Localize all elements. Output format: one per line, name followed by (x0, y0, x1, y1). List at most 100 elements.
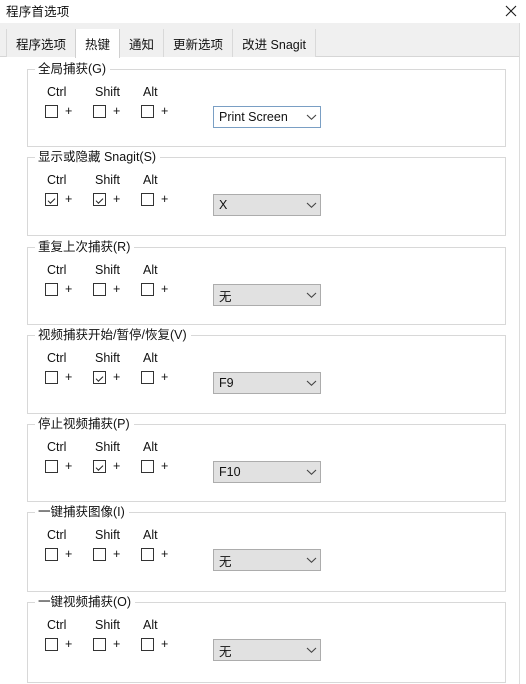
checkbox-shift[interactable] (93, 547, 106, 561)
group-repeat-last-capture: 重复上次捕获(R) Ctrl + Shift + Alt + 无 (27, 240, 506, 325)
modifier-row: + (141, 192, 168, 206)
modifier-column-shift: Shift + (93, 85, 141, 118)
checkbox-alt[interactable] (141, 104, 154, 118)
key-select-video-capture-start-pause-resume[interactable]: F9 (213, 372, 321, 394)
tab-strip: 程序选项 热键 通知 更新选项 改进 Snagit (0, 23, 526, 58)
modifier-row: + (93, 192, 120, 206)
modifier-column-shift: Shift + (93, 263, 141, 296)
plus-separator: + (161, 281, 169, 296)
key-select-stop-video-capture[interactable]: F10 (213, 461, 321, 483)
checkbox-shift[interactable] (93, 192, 106, 206)
checkbox-ctrl[interactable] (45, 637, 58, 651)
chevron-down-icon[interactable] (302, 113, 320, 121)
modifier-label-alt: Alt (143, 351, 158, 365)
key-select-value: 无 (219, 554, 232, 569)
key-select-global-capture[interactable]: Print Screen (213, 106, 321, 128)
checkbox-shift[interactable] (93, 104, 106, 118)
chevron-down-icon[interactable] (302, 291, 320, 299)
checkbox-ctrl[interactable] (45, 370, 58, 384)
modifier-label-alt: Alt (143, 440, 158, 454)
tab-update-options[interactable]: 更新选项 (163, 29, 234, 57)
modifier-key-group: Ctrl + Shift + Alt + (45, 528, 189, 561)
window-titlebar: 程序首选项 (0, 0, 526, 23)
group-label: 显示或隐藏 Snagit(S) (35, 150, 161, 165)
chevron-down-icon[interactable] (302, 379, 320, 387)
modifier-key-group: Ctrl + Shift + Alt + (45, 440, 189, 473)
checkbox-alt[interactable] (141, 547, 154, 561)
tab-hotkeys[interactable]: 热键 (75, 29, 121, 58)
modifier-row: + (141, 637, 168, 651)
modifier-label-alt: Alt (143, 618, 158, 632)
plus-separator: + (161, 636, 169, 651)
checkbox-ctrl[interactable] (45, 547, 58, 561)
tab-label: 更新选项 (173, 37, 224, 52)
key-select-repeat-last-capture[interactable]: 无 (213, 284, 321, 306)
modifier-row: + (45, 370, 72, 384)
modifier-row: + (93, 282, 120, 296)
group-label: 重复上次捕获(R) (35, 240, 135, 255)
plus-separator: + (65, 546, 73, 561)
chevron-down-icon[interactable] (302, 468, 320, 476)
modifier-column-shift: Shift + (93, 351, 141, 384)
checkbox-ctrl[interactable] (45, 282, 58, 296)
key-select-one-click-video-capture[interactable]: 无 (213, 639, 321, 661)
hotkeys-panel: 全局捕获(G) Ctrl + Shift + Alt + Print Screen 显示或隐藏 … (0, 57, 519, 684)
checkbox-alt[interactable] (141, 282, 154, 296)
modifier-row: + (141, 282, 168, 296)
plus-separator: + (161, 191, 169, 206)
modifier-row: + (45, 192, 72, 206)
checkbox-shift[interactable] (93, 459, 106, 473)
key-select-value: Print Screen (219, 110, 288, 124)
modifier-row: + (93, 459, 120, 473)
modifier-label-shift: Shift (95, 440, 121, 454)
checkbox-shift[interactable] (93, 637, 106, 651)
modifier-label-ctrl: Ctrl (47, 528, 67, 542)
plus-separator: + (113, 546, 121, 561)
tab-program-options[interactable]: 程序选项 (6, 29, 77, 57)
checkbox-alt[interactable] (141, 637, 154, 651)
modifier-label-ctrl: Ctrl (47, 263, 67, 277)
modifier-label-ctrl: Ctrl (47, 351, 67, 365)
tab-improve-snagit[interactable]: 改进 Snagit (232, 29, 316, 57)
modifier-label-alt: Alt (143, 85, 158, 99)
modifier-row: + (93, 637, 120, 651)
modifier-label-shift: Shift (95, 351, 121, 365)
modifier-key-group: Ctrl + Shift + Alt + (45, 263, 189, 296)
modifier-row: + (45, 547, 72, 561)
modifier-label-shift: Shift (95, 85, 121, 99)
modifier-column-shift: Shift + (93, 440, 141, 473)
chevron-down-icon[interactable] (302, 201, 320, 209)
checkbox-ctrl[interactable] (45, 104, 58, 118)
group-stop-video-capture: 停止视频捕获(P) Ctrl + Shift + Alt + F10 (27, 417, 506, 502)
modifier-column-ctrl: Ctrl + (45, 263, 93, 296)
checkbox-alt[interactable] (141, 459, 154, 473)
modifier-row: + (93, 104, 120, 118)
checkbox-shift[interactable] (93, 282, 106, 296)
right-rail-divider (519, 23, 526, 684)
chevron-down-icon[interactable] (302, 556, 320, 564)
group-label: 视频捕获开始/暂停/恢复(V) (35, 328, 191, 343)
key-select-one-click-image-capture[interactable]: 无 (213, 549, 321, 571)
plus-separator: + (65, 281, 73, 296)
modifier-label-shift: Shift (95, 618, 121, 632)
modifier-column-alt: Alt + (141, 263, 189, 296)
checkbox-alt[interactable] (141, 370, 154, 384)
plus-separator: + (65, 369, 73, 384)
modifier-row: + (45, 637, 72, 651)
modifier-row: + (141, 459, 168, 473)
modifier-label-ctrl: Ctrl (47, 618, 67, 632)
modifier-row: + (45, 459, 72, 473)
close-button[interactable] (498, 0, 524, 22)
modifier-row: + (93, 547, 120, 561)
checkbox-shift[interactable] (93, 370, 106, 384)
checkbox-ctrl[interactable] (45, 459, 58, 473)
plus-separator: + (65, 103, 73, 118)
checkbox-ctrl[interactable] (45, 192, 58, 206)
tab-notifications[interactable]: 通知 (119, 29, 165, 57)
checkbox-alt[interactable] (141, 192, 154, 206)
modifier-key-group: Ctrl + Shift + Alt + (45, 173, 189, 206)
modifier-row: + (45, 282, 72, 296)
key-select-show-hide-snagit[interactable]: X (213, 194, 321, 216)
plus-separator: + (161, 546, 169, 561)
chevron-down-icon[interactable] (302, 646, 320, 654)
